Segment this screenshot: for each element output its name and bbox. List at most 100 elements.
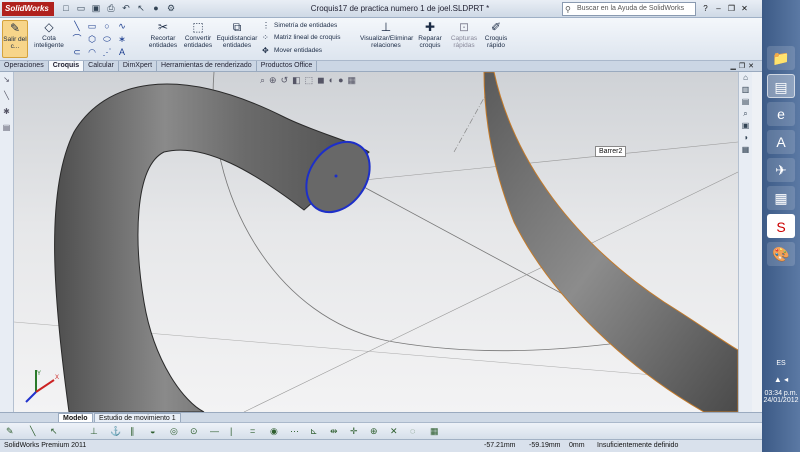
design-library-icon[interactable]: ▥	[739, 84, 752, 96]
appearances-icon[interactable]: ◑	[739, 132, 752, 144]
ellipse-icon[interactable]: ⬭	[100, 33, 114, 45]
rebuild-icon[interactable]: ●	[150, 2, 162, 15]
pierce-icon[interactable]: ✛	[350, 425, 358, 438]
move-entities-button[interactable]: ✥ Mover entidades	[262, 45, 322, 56]
corner-rect-icon[interactable]: ▭	[85, 20, 99, 32]
taskbar-explorer-icon[interactable]: ▤	[767, 74, 795, 98]
language-indicator[interactable]: ES	[762, 360, 800, 367]
minimize-icon[interactable]: –	[713, 2, 724, 15]
equal-icon[interactable]: =	[250, 425, 255, 438]
tangent-icon[interactable]: ◒	[150, 425, 155, 438]
construction-icon[interactable]: ⋰	[100, 46, 114, 58]
vertical-icon[interactable]: |	[230, 425, 232, 438]
coradial-icon[interactable]: ◌	[410, 425, 415, 438]
trim-entities-button[interactable]: ✂ Recortar entidades	[146, 20, 180, 49]
smart-dimension-button[interactable]: ◇ Cota inteligente	[32, 20, 66, 49]
polygon-icon[interactable]: ⬡	[85, 33, 99, 45]
new-icon[interactable]: □	[60, 2, 72, 15]
spline-icon[interactable]: ∿	[115, 20, 129, 32]
offset-entities-button[interactable]: ⧉ Equidistanciar entidades	[216, 20, 258, 49]
scene-icon[interactable]: ▦	[348, 75, 357, 86]
taskbar-archive-icon[interactable]: ▦	[767, 186, 795, 210]
graphics-area[interactable]: ⌕ ⊕ ↺ ◧ ⬚ ◼ ◐ ● ▦ Y X	[14, 72, 738, 412]
search-input[interactable]: ⚲ Buscar en la Ayuda de SolidWorks	[562, 2, 696, 16]
view-palette-icon[interactable]: ▣	[739, 120, 752, 132]
diagonal-icon[interactable]: ╲	[0, 88, 13, 104]
feature-label[interactable]: Barrer2	[595, 146, 627, 157]
search-results-icon[interactable]: ⌕	[739, 108, 752, 120]
rapid-sketch-button[interactable]: ✐ Croquis rápido	[482, 20, 510, 49]
merge-icon[interactable]: ⊕	[370, 425, 378, 438]
sketch-tool-icon[interactable]: ✎	[6, 425, 14, 438]
symmetric-icon[interactable]: ⇹	[330, 425, 338, 438]
tab-dimxpert[interactable]: DimXpert	[119, 61, 158, 71]
coincident-icon[interactable]: ◎	[170, 425, 178, 438]
display-style-icon[interactable]: ◼	[317, 75, 324, 86]
fix-icon[interactable]: ⚓	[110, 425, 121, 438]
exit-sketch-button[interactable]: ✎ Salir del c...	[2, 20, 28, 58]
mirror-entities-button[interactable]: ⋮ Simetría de entidades	[262, 20, 337, 31]
parallel-icon[interactable]: ∥	[130, 425, 135, 438]
repair-sketch-button[interactable]: ✚ Reparar croquis	[414, 20, 446, 49]
fillet-icon[interactable]: ◠	[85, 46, 99, 58]
restore-icon[interactable]: ❐	[726, 2, 737, 15]
doc-restore-icon[interactable]: ❐	[739, 62, 745, 71]
doc-minimize-icon[interactable]: ▁	[730, 62, 735, 71]
perpendicular-icon[interactable]: ⊾	[310, 425, 318, 438]
select-icon[interactable]: ↖	[135, 2, 147, 15]
quick-snaps-button[interactable]: ⊡ Capturas rápidas	[448, 20, 480, 49]
options-icon[interactable]: ⚙	[165, 2, 177, 15]
taskbar-pdf-icon[interactable]: A	[767, 130, 795, 154]
concentric-icon[interactable]: ◉	[270, 425, 278, 438]
vertical-scrollbar[interactable]	[752, 72, 762, 412]
close-icon[interactable]: ✕	[739, 2, 750, 15]
snap-grid-icon[interactable]: ▦	[430, 425, 439, 438]
taskbar-folder-icon[interactable]: 📁	[767, 46, 795, 70]
taskbar-ie-icon[interactable]: e	[767, 102, 795, 126]
volume-icon[interactable]: ◂	[784, 375, 788, 384]
view-orientation-icon[interactable]: ⬚	[305, 75, 314, 86]
taskbar-paint-icon[interactable]: 🎨	[767, 242, 795, 266]
open-icon[interactable]: ▭	[75, 2, 87, 15]
folder-icon[interactable]: ▤	[0, 120, 13, 136]
pointer-icon[interactable]: ↖	[50, 425, 58, 438]
custom-properties-icon[interactable]: ▦	[739, 144, 752, 156]
appearance-icon[interactable]: ●	[338, 75, 343, 86]
horizontal-icon[interactable]: ―	[210, 425, 219, 438]
taskbar-solidworks-icon[interactable]: S	[767, 214, 795, 238]
app-logo[interactable]: SolidWorks	[2, 2, 54, 16]
sketch-line-icon[interactable]: ╲	[30, 425, 35, 438]
hide-show-icon[interactable]: ◐	[329, 75, 334, 86]
tab-croquis[interactable]: Croquis	[48, 61, 85, 71]
section-view-icon[interactable]: ◧	[292, 75, 301, 86]
help-icon[interactable]: ?	[700, 2, 711, 15]
tab-operaciones[interactable]: Operaciones	[0, 61, 49, 71]
zoom-area-icon[interactable]: ⊕	[269, 75, 277, 86]
point-icon[interactable]: ∗	[115, 33, 129, 45]
circle-icon[interactable]: ○	[100, 20, 114, 32]
linear-pattern-button[interactable]: ⁘ Matriz lineal de croquis	[262, 32, 340, 43]
sun-icon[interactable]: ✱	[0, 104, 13, 120]
collinear-icon[interactable]: ⋯	[290, 425, 299, 438]
previous-view-icon[interactable]: ↺	[281, 75, 289, 86]
doc-close-icon[interactable]: ✕	[748, 62, 754, 71]
tab-calcular[interactable]: Calcular	[84, 61, 119, 71]
arrow-icon[interactable]: ↘	[0, 72, 13, 88]
taskbar-tools-icon[interactable]: ✈	[767, 158, 795, 182]
text-icon[interactable]: A	[115, 46, 129, 58]
home-icon[interactable]: ⌂	[739, 72, 752, 84]
display-delete-relations-button[interactable]: ⊥ Visualizar/Eliminar relaciones	[360, 20, 413, 49]
undo-icon[interactable]: ↶	[120, 2, 132, 15]
midpoint-icon[interactable]: ⊙	[190, 425, 198, 438]
tab-renderizado[interactable]: Herramientas de renderizado	[157, 61, 257, 71]
relation-icon[interactable]: ⊥	[90, 425, 98, 438]
network-icon[interactable]: ▲	[774, 375, 782, 384]
tab-office[interactable]: Productos Office	[257, 61, 318, 71]
arc-icon[interactable]: ⌒	[70, 33, 84, 45]
convert-entities-button[interactable]: ⬚ Convertir entidades	[182, 20, 214, 49]
print-icon[interactable]: ⎙	[105, 2, 117, 15]
slot-icon[interactable]: ⊂	[70, 46, 84, 58]
save-icon[interactable]: ▣	[90, 2, 102, 15]
file-explorer-icon[interactable]: ▤	[739, 96, 752, 108]
intersection-icon[interactable]: ✕	[390, 425, 398, 438]
